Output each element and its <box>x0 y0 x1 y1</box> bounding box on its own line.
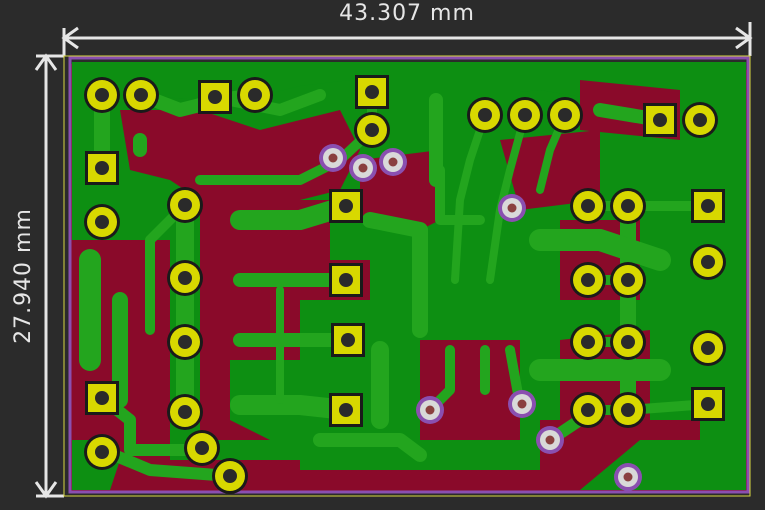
square-pad <box>85 151 119 185</box>
width-dimension: 43.307 mm <box>61 1 753 56</box>
round-pad <box>610 262 646 298</box>
via <box>540 430 560 450</box>
round-pad <box>167 260 203 296</box>
round-pad <box>467 97 503 133</box>
square-pad <box>643 103 677 137</box>
via <box>420 400 440 420</box>
round-pad <box>167 187 203 223</box>
round-pad <box>184 430 220 466</box>
round-pad <box>690 244 726 280</box>
via <box>353 158 373 178</box>
round-pad <box>547 97 583 133</box>
round-pad <box>354 112 390 148</box>
round-pad <box>610 188 646 224</box>
round-pad <box>167 394 203 430</box>
square-pad <box>691 189 725 223</box>
via <box>383 152 403 172</box>
pcb-layout-view: 43.307 mm 27.940 mm <box>11 1 753 499</box>
round-pad <box>610 324 646 360</box>
square-pad <box>331 323 365 357</box>
square-pad <box>329 263 363 297</box>
round-pad <box>84 434 120 470</box>
round-pad <box>570 262 606 298</box>
round-pad <box>84 204 120 240</box>
round-pad <box>682 102 718 138</box>
height-dimension: 27.940 mm <box>11 53 64 499</box>
square-pad <box>691 387 725 421</box>
round-pad <box>237 77 273 113</box>
round-pad <box>570 188 606 224</box>
height-dimension-label: 27.940 mm <box>11 208 36 344</box>
round-pad <box>167 324 203 360</box>
round-pad <box>570 324 606 360</box>
via <box>618 467 638 487</box>
square-pad <box>198 80 232 114</box>
round-pad <box>212 458 248 494</box>
via <box>502 198 522 218</box>
round-pad <box>570 392 606 428</box>
round-pad <box>690 330 726 366</box>
round-pad <box>84 77 120 113</box>
via <box>512 394 532 414</box>
square-pad <box>329 393 363 427</box>
round-pad <box>123 77 159 113</box>
square-pad <box>355 75 389 109</box>
square-pad <box>329 189 363 223</box>
via <box>323 148 343 168</box>
round-pad <box>610 392 646 428</box>
width-dimension-label: 43.307 mm <box>339 1 475 26</box>
square-pad <box>85 381 119 415</box>
round-pad <box>507 97 543 133</box>
